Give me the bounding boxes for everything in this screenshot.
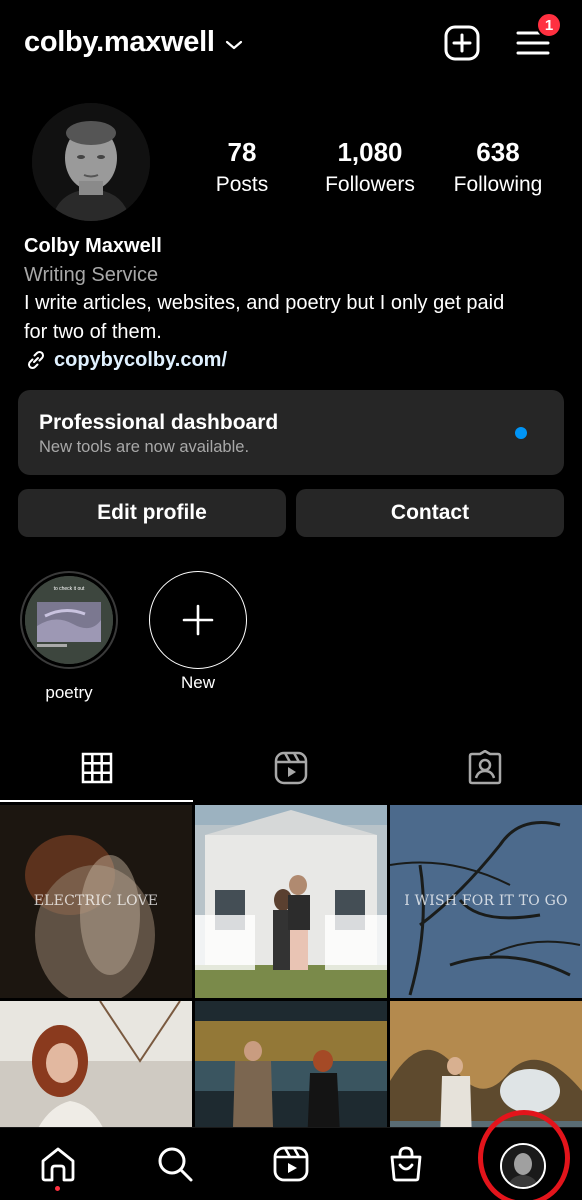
highlight-ring[interactable]: to check it out bbox=[20, 571, 118, 669]
posts-grid: ELECTRIC LOVE I WISH FOR IT TO GO bbox=[0, 805, 582, 1127]
bio-text-line-1: I write articles, websites, and poetry b… bbox=[24, 292, 505, 314]
tab-posts-grid[interactable] bbox=[0, 735, 194, 801]
dashboard-title: Professional dashboard bbox=[39, 411, 279, 434]
home-icon bbox=[41, 1147, 75, 1182]
active-tab-indicator bbox=[0, 800, 193, 802]
edit-profile-button[interactable]: Edit profile bbox=[18, 489, 286, 537]
post-overlay-text: I WISH FOR IT TO GO bbox=[404, 893, 568, 909]
top-header: colby.maxwell 1 bbox=[0, 0, 582, 88]
reels-icon bbox=[273, 1146, 309, 1182]
bio-link-text[interactable]: copybycolby.com/ bbox=[54, 346, 227, 375]
link-icon bbox=[27, 351, 45, 370]
professional-dashboard[interactable]: Professional dashboard New tools are now… bbox=[18, 390, 564, 475]
nav-shop[interactable] bbox=[386, 1144, 426, 1184]
post-overlay-text: ELECTRIC LOVE bbox=[33, 893, 159, 909]
search-icon bbox=[158, 1147, 193, 1182]
chevron-down-icon[interactable] bbox=[225, 39, 243, 51]
new-highlight-ring[interactable] bbox=[149, 571, 247, 669]
plus-icon bbox=[182, 604, 214, 636]
nav-reels[interactable] bbox=[271, 1144, 311, 1184]
post-image bbox=[195, 1001, 387, 1127]
tab-reels[interactable] bbox=[194, 735, 388, 801]
contact-button[interactable]: Contact bbox=[296, 489, 564, 537]
stat-followers[interactable]: 1,080 Followers bbox=[318, 137, 422, 197]
nav-home[interactable] bbox=[38, 1144, 78, 1184]
followers-count: 1,080 bbox=[337, 137, 403, 167]
dashboard-subtitle: New tools are now available. bbox=[39, 438, 250, 456]
highlight-new[interactable]: New bbox=[149, 571, 247, 693]
profile-bio: Colby Maxwell Writing Service I write ar… bbox=[24, 232, 564, 375]
tab-tagged[interactable] bbox=[388, 735, 582, 801]
tagged-icon bbox=[468, 750, 502, 785]
new-indicator-dot bbox=[515, 427, 527, 439]
post-thumbnail[interactable] bbox=[195, 1001, 387, 1127]
highlight-annotation-circle bbox=[478, 1110, 570, 1200]
avatar-photo bbox=[32, 103, 150, 221]
grid-icon bbox=[81, 752, 113, 784]
post-image bbox=[195, 805, 387, 998]
highlight-cover: to check it out bbox=[25, 576, 113, 664]
stat-posts[interactable]: 78 Posts bbox=[202, 137, 282, 197]
account-switcher[interactable]: colby.maxwell bbox=[24, 26, 243, 59]
notification-badge: 1 bbox=[536, 12, 562, 38]
post-thumbnail[interactable] bbox=[390, 1001, 582, 1127]
bio-link[interactable]: copybycolby.com/ bbox=[24, 346, 564, 375]
highlight-new-label: New bbox=[180, 673, 215, 692]
post-image bbox=[390, 1001, 582, 1127]
post-image bbox=[0, 1001, 192, 1127]
followers-label: Followers bbox=[325, 173, 415, 196]
post-thumbnail[interactable] bbox=[0, 1001, 192, 1127]
highlight-label: poetry bbox=[45, 683, 93, 702]
nav-search[interactable] bbox=[155, 1144, 195, 1184]
bio-text-line-2: for two of them. bbox=[24, 320, 162, 343]
profile-tabs bbox=[0, 735, 582, 803]
display-name: Colby Maxwell bbox=[24, 235, 162, 257]
shop-icon bbox=[390, 1146, 422, 1182]
post-thumbnail[interactable]: ELECTRIC LOVE bbox=[0, 805, 192, 998]
profile-avatar[interactable] bbox=[32, 103, 150, 221]
reels-icon bbox=[274, 751, 308, 785]
home-activity-dot bbox=[55, 1186, 60, 1191]
posts-count: 78 bbox=[227, 137, 257, 167]
profile-category: Writing Service bbox=[24, 263, 159, 286]
highlight-thumb-caption: to check it out bbox=[53, 586, 85, 592]
post-thumbnail[interactable] bbox=[195, 805, 387, 998]
create-post-icon[interactable] bbox=[443, 24, 481, 62]
following-label: Following bbox=[453, 173, 543, 196]
post-thumbnail[interactable]: I WISH FOR IT TO GO bbox=[390, 805, 582, 998]
posts-label: Posts bbox=[215, 173, 269, 196]
highlight-poetry[interactable]: to check it out poetry bbox=[20, 571, 118, 703]
following-count: 638 bbox=[476, 137, 520, 167]
username[interactable]: colby.maxwell bbox=[24, 26, 215, 59]
stat-following[interactable]: 638 Following bbox=[448, 137, 548, 197]
